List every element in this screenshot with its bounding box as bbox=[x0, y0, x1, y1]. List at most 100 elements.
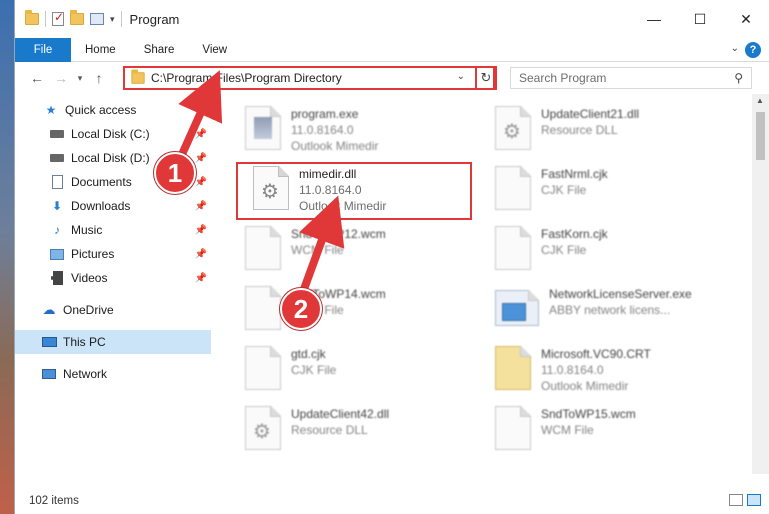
sidebar-item-local-disk-c[interactable]: Local Disk (C:) 📌 bbox=[15, 122, 211, 146]
file-tile-fastkorn-cjk[interactable]: FastKorn.cjk CJK File bbox=[475, 220, 715, 280]
file-type: CJK File bbox=[291, 363, 337, 377]
exe-icon bbox=[495, 290, 539, 326]
archive-icon bbox=[495, 346, 531, 390]
file-icon bbox=[245, 346, 281, 390]
properties-icon[interactable] bbox=[90, 13, 104, 25]
sidebar-item-label: Quick access bbox=[65, 103, 137, 117]
up-button[interactable]: ↑ bbox=[87, 70, 111, 86]
pin-icon[interactable]: 📌 bbox=[195, 153, 207, 164]
step-badge-1: 1 bbox=[154, 152, 196, 194]
file-tile-updateclient42-dll[interactable]: UpdateClient42.dll Resource DLL bbox=[225, 400, 465, 460]
file-type: WCM File bbox=[541, 423, 594, 437]
pin-icon[interactable]: 📌 bbox=[195, 177, 207, 188]
file-name: SndToWP12.wcm bbox=[291, 227, 386, 241]
dll-icon bbox=[245, 406, 281, 450]
scrollbar-thumb[interactable] bbox=[756, 112, 765, 160]
view-toggle bbox=[729, 494, 761, 506]
music-icon: ♪ bbox=[54, 223, 60, 237]
pin-icon[interactable]: 📌 bbox=[195, 201, 207, 212]
ribbon-tabs: File Home Share View ⌄ ? bbox=[15, 37, 769, 62]
toolbar-separator bbox=[45, 11, 46, 27]
file-list: program.exe 11.0.8164.0 Outlook Mimedir … bbox=[225, 94, 745, 468]
sidebar-item-label: Videos bbox=[71, 271, 108, 285]
tab-file[interactable]: File bbox=[15, 37, 71, 62]
window-title: Program bbox=[129, 11, 180, 27]
address-dropdown-icon[interactable]: ⌄ bbox=[457, 71, 465, 82]
sidebar-item-videos[interactable]: Videos 📌 bbox=[15, 266, 211, 290]
highlight-box-mimedir bbox=[236, 162, 472, 220]
file-type: WCM File bbox=[291, 243, 344, 257]
sidebar-item-music[interactable]: ♪ Music 📌 bbox=[15, 218, 211, 242]
file-name: FastNrml.cjk bbox=[541, 167, 608, 181]
file-icon bbox=[245, 286, 281, 330]
status-bar: 102 items bbox=[15, 488, 769, 514]
file-tile-sndtowp15-wcm[interactable]: SndToWP15.wcm WCM File bbox=[475, 400, 715, 460]
sidebar-item-this-pc[interactable]: This PC bbox=[15, 330, 211, 354]
properties-check-icon[interactable] bbox=[52, 10, 64, 26]
sidebar-item-onedrive[interactable]: ☁ OneDrive bbox=[15, 298, 211, 322]
tab-view[interactable]: View bbox=[188, 38, 241, 62]
scroll-up-icon[interactable]: ▲ bbox=[756, 96, 764, 105]
expand-ribbon-icon[interactable]: ⌄ bbox=[731, 43, 739, 54]
refresh-button[interactable]: ↻ bbox=[475, 66, 497, 90]
file-tile-program-exe[interactable]: program.exe 11.0.8164.0 Outlook Mimedir bbox=[225, 100, 465, 160]
file-tile-updateclient21-dll[interactable]: UpdateClient21.dll Resource DLL bbox=[475, 100, 715, 160]
file-tile-microsoft-vc90-crt[interactable]: Microsoft.VC90.CRT 11.0.8164.0 Outlook M… bbox=[475, 340, 715, 400]
vertical-scrollbar[interactable]: ▲ bbox=[752, 94, 769, 474]
maximize-button[interactable]: ☐ bbox=[677, 0, 723, 38]
pin-icon[interactable]: 📌 bbox=[195, 273, 207, 284]
file-tile-networklicenseserver-exe[interactable]: NetworkLicenseServer.exe ABBY network li… bbox=[475, 280, 745, 340]
file-meta: SndToWP12.wcm WCM File bbox=[291, 220, 386, 258]
pin-icon[interactable]: 📌 bbox=[195, 129, 207, 140]
download-icon: ⬇ bbox=[51, 199, 63, 213]
file-type: Resource DLL bbox=[291, 423, 368, 437]
minimize-button[interactable]: — bbox=[631, 0, 677, 38]
sidebar-item-network[interactable]: Network bbox=[15, 362, 211, 386]
documents-icon bbox=[49, 175, 65, 189]
file-tile-sndtowp14-wcm[interactable]: SndToWP14.wcm WCM File bbox=[225, 280, 465, 340]
help-icon[interactable]: ? bbox=[745, 42, 761, 58]
folder-icon[interactable] bbox=[25, 10, 39, 25]
tiles-view-icon[interactable] bbox=[747, 494, 761, 506]
file-type: CJK File bbox=[541, 243, 587, 257]
sidebar-item-pictures[interactable]: Pictures 📌 bbox=[15, 242, 211, 266]
search-input[interactable]: Search Program ⚲ bbox=[510, 67, 752, 89]
file-name: FastKorn.cjk bbox=[541, 227, 608, 241]
sidebar-item-quick-access[interactable]: ★ Quick access bbox=[15, 98, 211, 122]
pictures-icon bbox=[49, 247, 65, 261]
drive-icon bbox=[49, 151, 65, 165]
forward-button[interactable]: → bbox=[49, 70, 73, 86]
back-button[interactable]: ← bbox=[25, 70, 49, 86]
pin-icon[interactable]: 📌 bbox=[195, 249, 207, 260]
details-view-icon[interactable] bbox=[729, 494, 743, 506]
file-meta: UpdateClient42.dll Resource DLL bbox=[291, 400, 389, 438]
window-controls: — ☐ ✕ bbox=[631, 0, 769, 38]
close-button[interactable]: ✕ bbox=[723, 0, 769, 38]
explorer-window: ▾ Program — ☐ ✕ File Home Share View ⌄ ?… bbox=[14, 0, 769, 514]
address-bar[interactable]: C:\Program Files\Program Directory ⌄ bbox=[123, 66, 495, 90]
address-path[interactable]: C:\Program Files\Program Directory bbox=[151, 71, 342, 85]
tab-share[interactable]: Share bbox=[130, 38, 189, 62]
file-meta: SndToWP15.wcm WCM File bbox=[541, 400, 636, 438]
search-icon[interactable]: ⚲ bbox=[734, 71, 743, 85]
file-version: 11.0.8164.0 bbox=[291, 123, 354, 137]
file-tile-sndtowp12-wcm[interactable]: SndToWP12.wcm WCM File bbox=[225, 220, 465, 280]
file-name: gtd.cjk bbox=[291, 347, 326, 361]
file-type: Resource DLL bbox=[541, 123, 618, 137]
videos-icon bbox=[49, 271, 65, 285]
file-tile-gtd-cjk[interactable]: gtd.cjk CJK File bbox=[225, 340, 465, 400]
chevron-down-icon[interactable]: ▾ bbox=[110, 14, 115, 25]
file-meta: FastKorn.cjk CJK File bbox=[541, 220, 608, 258]
pin-icon[interactable]: 📌 bbox=[195, 225, 207, 236]
sidebar-item-downloads[interactable]: ⬇ Downloads 📌 bbox=[15, 194, 211, 218]
file-name: UpdateClient42.dll bbox=[291, 407, 390, 421]
file-tile-fastnrml-cjk[interactable]: FastNrml.cjk CJK File bbox=[475, 160, 715, 220]
tab-home[interactable]: Home bbox=[71, 38, 130, 62]
recent-locations-icon[interactable]: ▾ bbox=[73, 73, 87, 84]
file-icon bbox=[495, 166, 531, 210]
file-name: SndToWP15.wcm bbox=[541, 407, 636, 421]
new-folder-icon[interactable] bbox=[70, 10, 84, 25]
title-bar: ▾ Program — ☐ ✕ bbox=[15, 0, 769, 38]
